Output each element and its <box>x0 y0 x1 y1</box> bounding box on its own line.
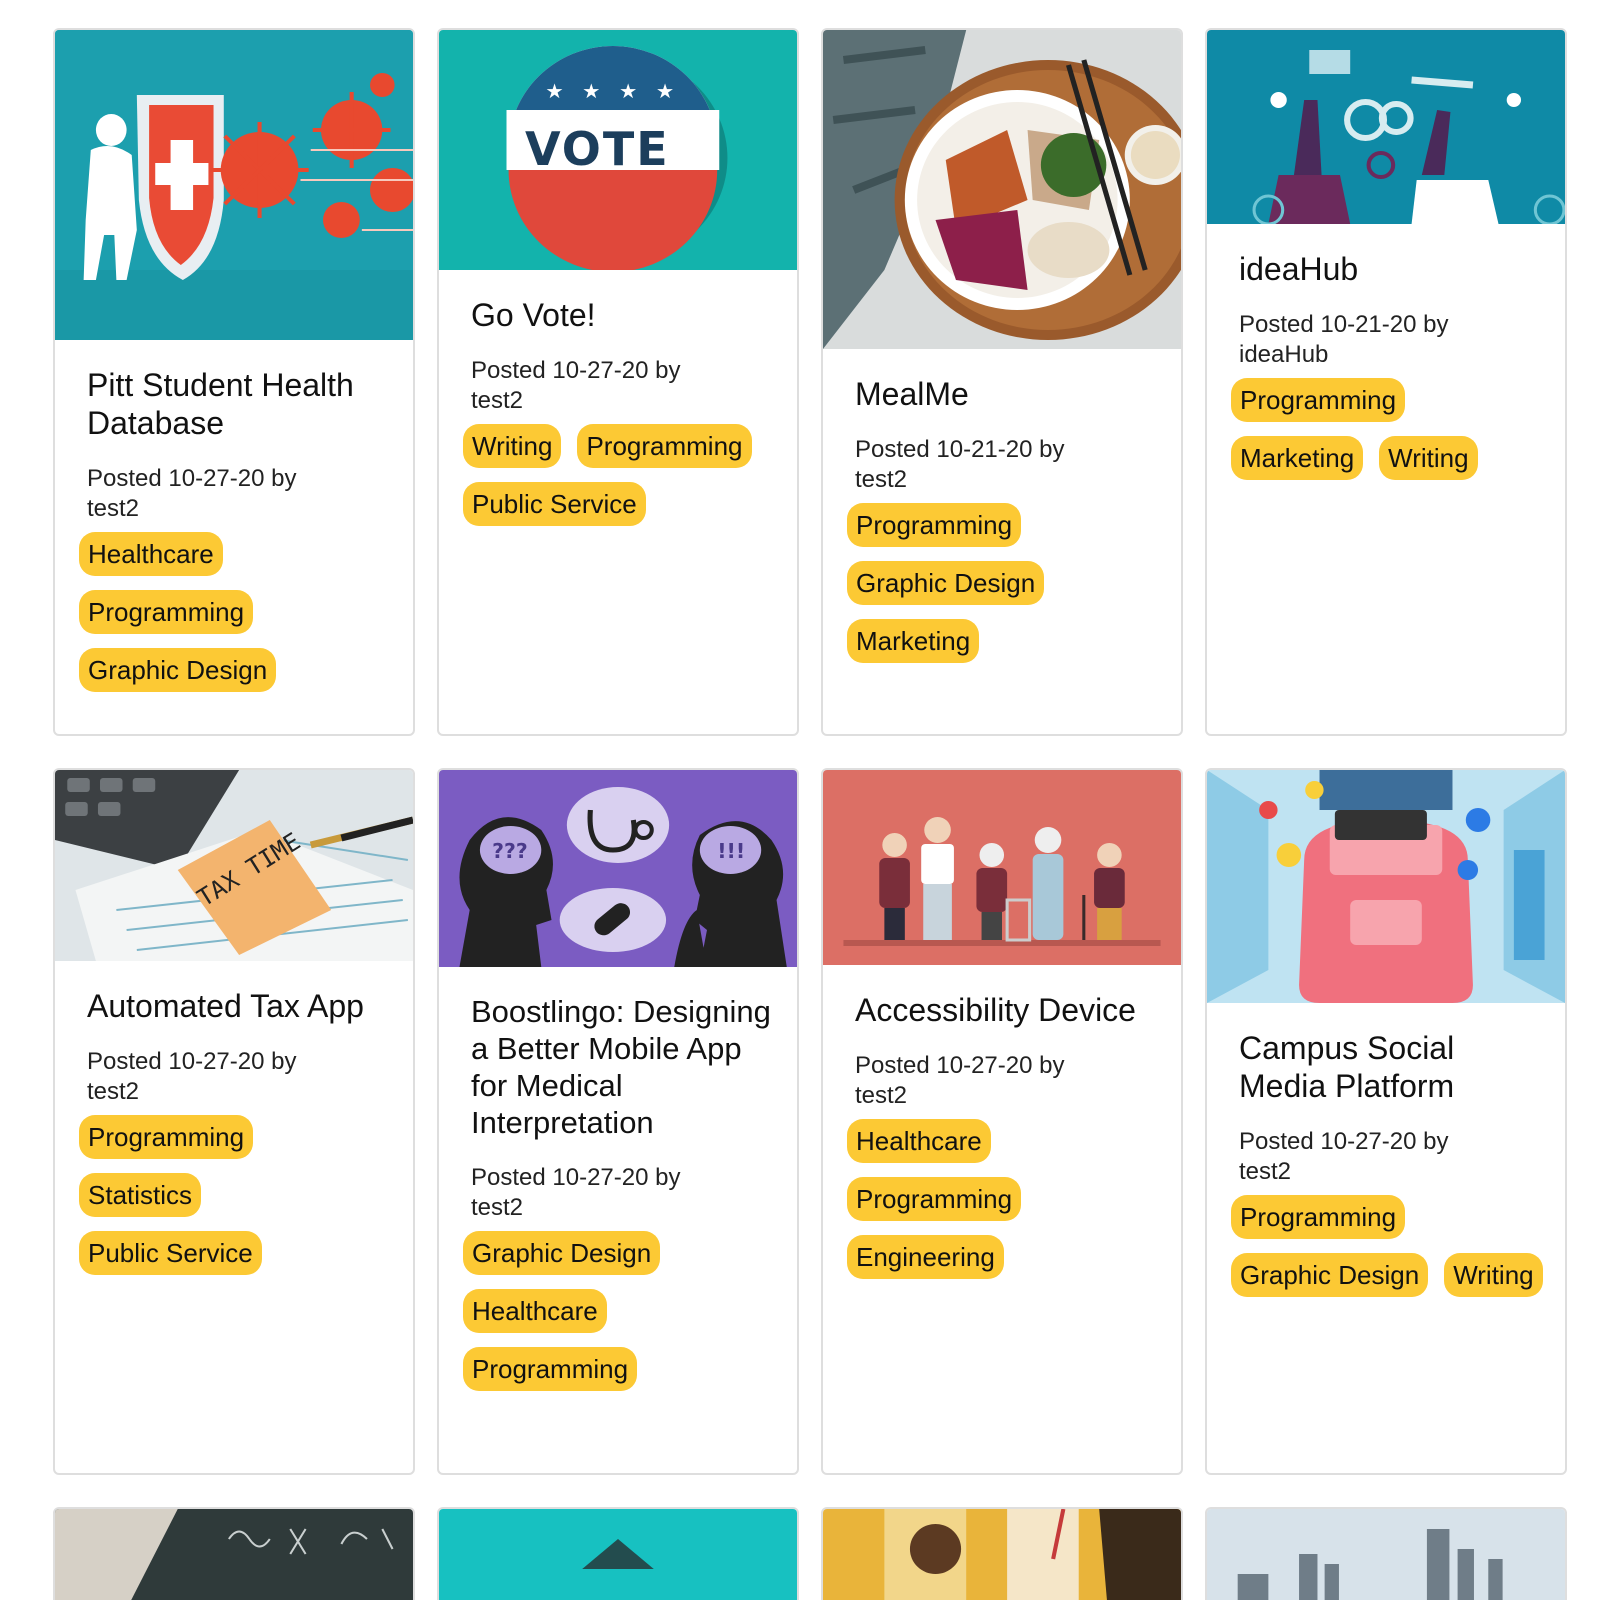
two-heads-speech-illustration-icon: ???!!! <box>439 770 797 967</box>
tag[interactable]: Public Service <box>463 482 646 526</box>
svg-text:!!!: !!! <box>717 839 745 863</box>
tag[interactable]: Healthcare <box>463 1289 607 1333</box>
svg-text:★: ★ <box>619 79 637 103</box>
tag[interactable]: Statistics <box>79 1173 202 1217</box>
card-title[interactable]: Boostlingo: Designing a Better Mobile Ap… <box>471 993 777 1141</box>
chalkboard-photo-icon <box>55 1509 413 1600</box>
project-card-campus-social[interactable]: Campus Social Media Platform Posted 10-2… <box>1205 768 1567 1475</box>
tag[interactable]: Graphic Design <box>1231 1253 1429 1297</box>
card-title[interactable]: Automated Tax App <box>87 987 393 1025</box>
tag[interactable]: Programming <box>463 1347 638 1391</box>
svg-text:★: ★ <box>656 79 674 103</box>
tag[interactable]: Programming <box>1231 1195 1406 1239</box>
tag[interactable]: Writing <box>1379 436 1478 480</box>
vote-badge-icon: ★ ★ ★ ★ VOTE <box>439 30 797 270</box>
tax-time-photo-icon: TAX TIME <box>55 770 413 961</box>
tag[interactable]: Graphic Design <box>463 1231 661 1275</box>
posted-date: Posted 10-27-20 by <box>471 1164 681 1191</box>
posted-date: Posted 10-27-20 by <box>471 357 681 384</box>
project-card-partial[interactable] <box>53 1507 415 1600</box>
drinks-photo-icon <box>823 1509 1181 1600</box>
author: test2 <box>471 387 524 414</box>
card-title[interactable]: Accessibility Device <box>855 991 1161 1029</box>
tag[interactable]: Writing <box>1444 1253 1543 1297</box>
card-title[interactable]: Campus Social Media Platform <box>1239 1029 1545 1105</box>
author: test2 <box>471 1194 524 1221</box>
teal-graduation-cap-icon <box>439 1509 797 1600</box>
tag[interactable]: Graphic Design <box>847 561 1045 605</box>
virus-shield-illustration-icon <box>55 30 413 340</box>
tag[interactable]: Public Service <box>79 1231 262 1275</box>
author: test2 <box>855 1082 908 1109</box>
posted-date: Posted 10-27-20 by <box>855 1052 1065 1079</box>
vote-text: VOTE <box>525 122 670 176</box>
tag[interactable]: Programming <box>847 1177 1022 1221</box>
svg-text:★: ★ <box>545 79 563 103</box>
author: ideaHub <box>1239 341 1329 368</box>
author: test2 <box>87 1078 140 1105</box>
posted-date: Posted 10-27-20 by <box>87 1048 297 1075</box>
tag[interactable]: Programming <box>79 590 254 634</box>
backpack-social-icons-illustration-icon <box>1207 770 1565 1003</box>
card-title[interactable]: Pitt Student Health Database <box>87 366 393 442</box>
tag[interactable]: Marketing <box>1231 436 1364 480</box>
project-card-partial[interactable] <box>821 1507 1183 1600</box>
tag[interactable]: Writing <box>463 424 562 468</box>
pittsburgh-skyline-photo-icon <box>1207 1509 1565 1600</box>
project-card-tax-app[interactable]: TAX TIME Automated Tax App Posted 10-27-… <box>53 768 415 1475</box>
posted-date: Posted 10-27-20 by <box>87 465 297 492</box>
project-card-boostlingo[interactable]: ???!!! Boostlingo: Designing a Better Mo… <box>437 768 799 1475</box>
project-card-accessibility[interactable]: Accessibility Device Posted 10-27-20 by … <box>821 768 1183 1475</box>
posted-date: Posted 10-27-20 by <box>1239 1128 1449 1155</box>
author: test2 <box>855 466 908 493</box>
project-card-mealme[interactable]: MealMe Posted 10-21-20 by test2 Programm… <box>821 28 1183 736</box>
tag[interactable]: Healthcare <box>847 1119 991 1163</box>
tag[interactable]: Programming <box>79 1115 254 1159</box>
project-card-pitt-health[interactable]: Pitt Student Health Database Posted 10-2… <box>53 28 415 736</box>
project-card-go-vote[interactable]: ★ ★ ★ ★ VOTE Go Vote! Posted 10-27-20 by te… <box>437 28 799 736</box>
elderly-people-illustration-icon <box>823 770 1181 965</box>
svg-text:★: ★ <box>582 79 600 103</box>
card-title[interactable]: Go Vote! <box>471 296 777 334</box>
svg-text:???: ??? <box>492 839 528 863</box>
posted-date: Posted 10-21-20 by <box>1239 311 1449 338</box>
tag[interactable]: Programming <box>1231 378 1406 422</box>
tag[interactable]: Marketing <box>847 619 980 663</box>
tag[interactable]: Programming <box>847 503 1022 547</box>
card-title[interactable]: ideaHub <box>1239 250 1545 288</box>
project-card-partial[interactable] <box>437 1507 799 1600</box>
tag[interactable]: Healthcare <box>79 532 223 576</box>
tag[interactable]: Graphic Design <box>79 648 277 692</box>
project-card-ideahub[interactable]: ideaHub Posted 10-21-20 by ideaHub Progr… <box>1205 28 1567 736</box>
teamwork-gears-illustration-icon <box>1207 30 1565 224</box>
tag[interactable]: Programming <box>577 424 752 468</box>
food-bowl-photo-icon <box>823 30 1181 349</box>
posted-date: Posted 10-21-20 by <box>855 436 1065 463</box>
project-card-partial[interactable] <box>1205 1507 1567 1600</box>
author: test2 <box>87 495 140 522</box>
tag[interactable]: Engineering <box>847 1235 1004 1279</box>
card-title[interactable]: MealMe <box>855 375 1161 413</box>
author: test2 <box>1239 1158 1292 1185</box>
